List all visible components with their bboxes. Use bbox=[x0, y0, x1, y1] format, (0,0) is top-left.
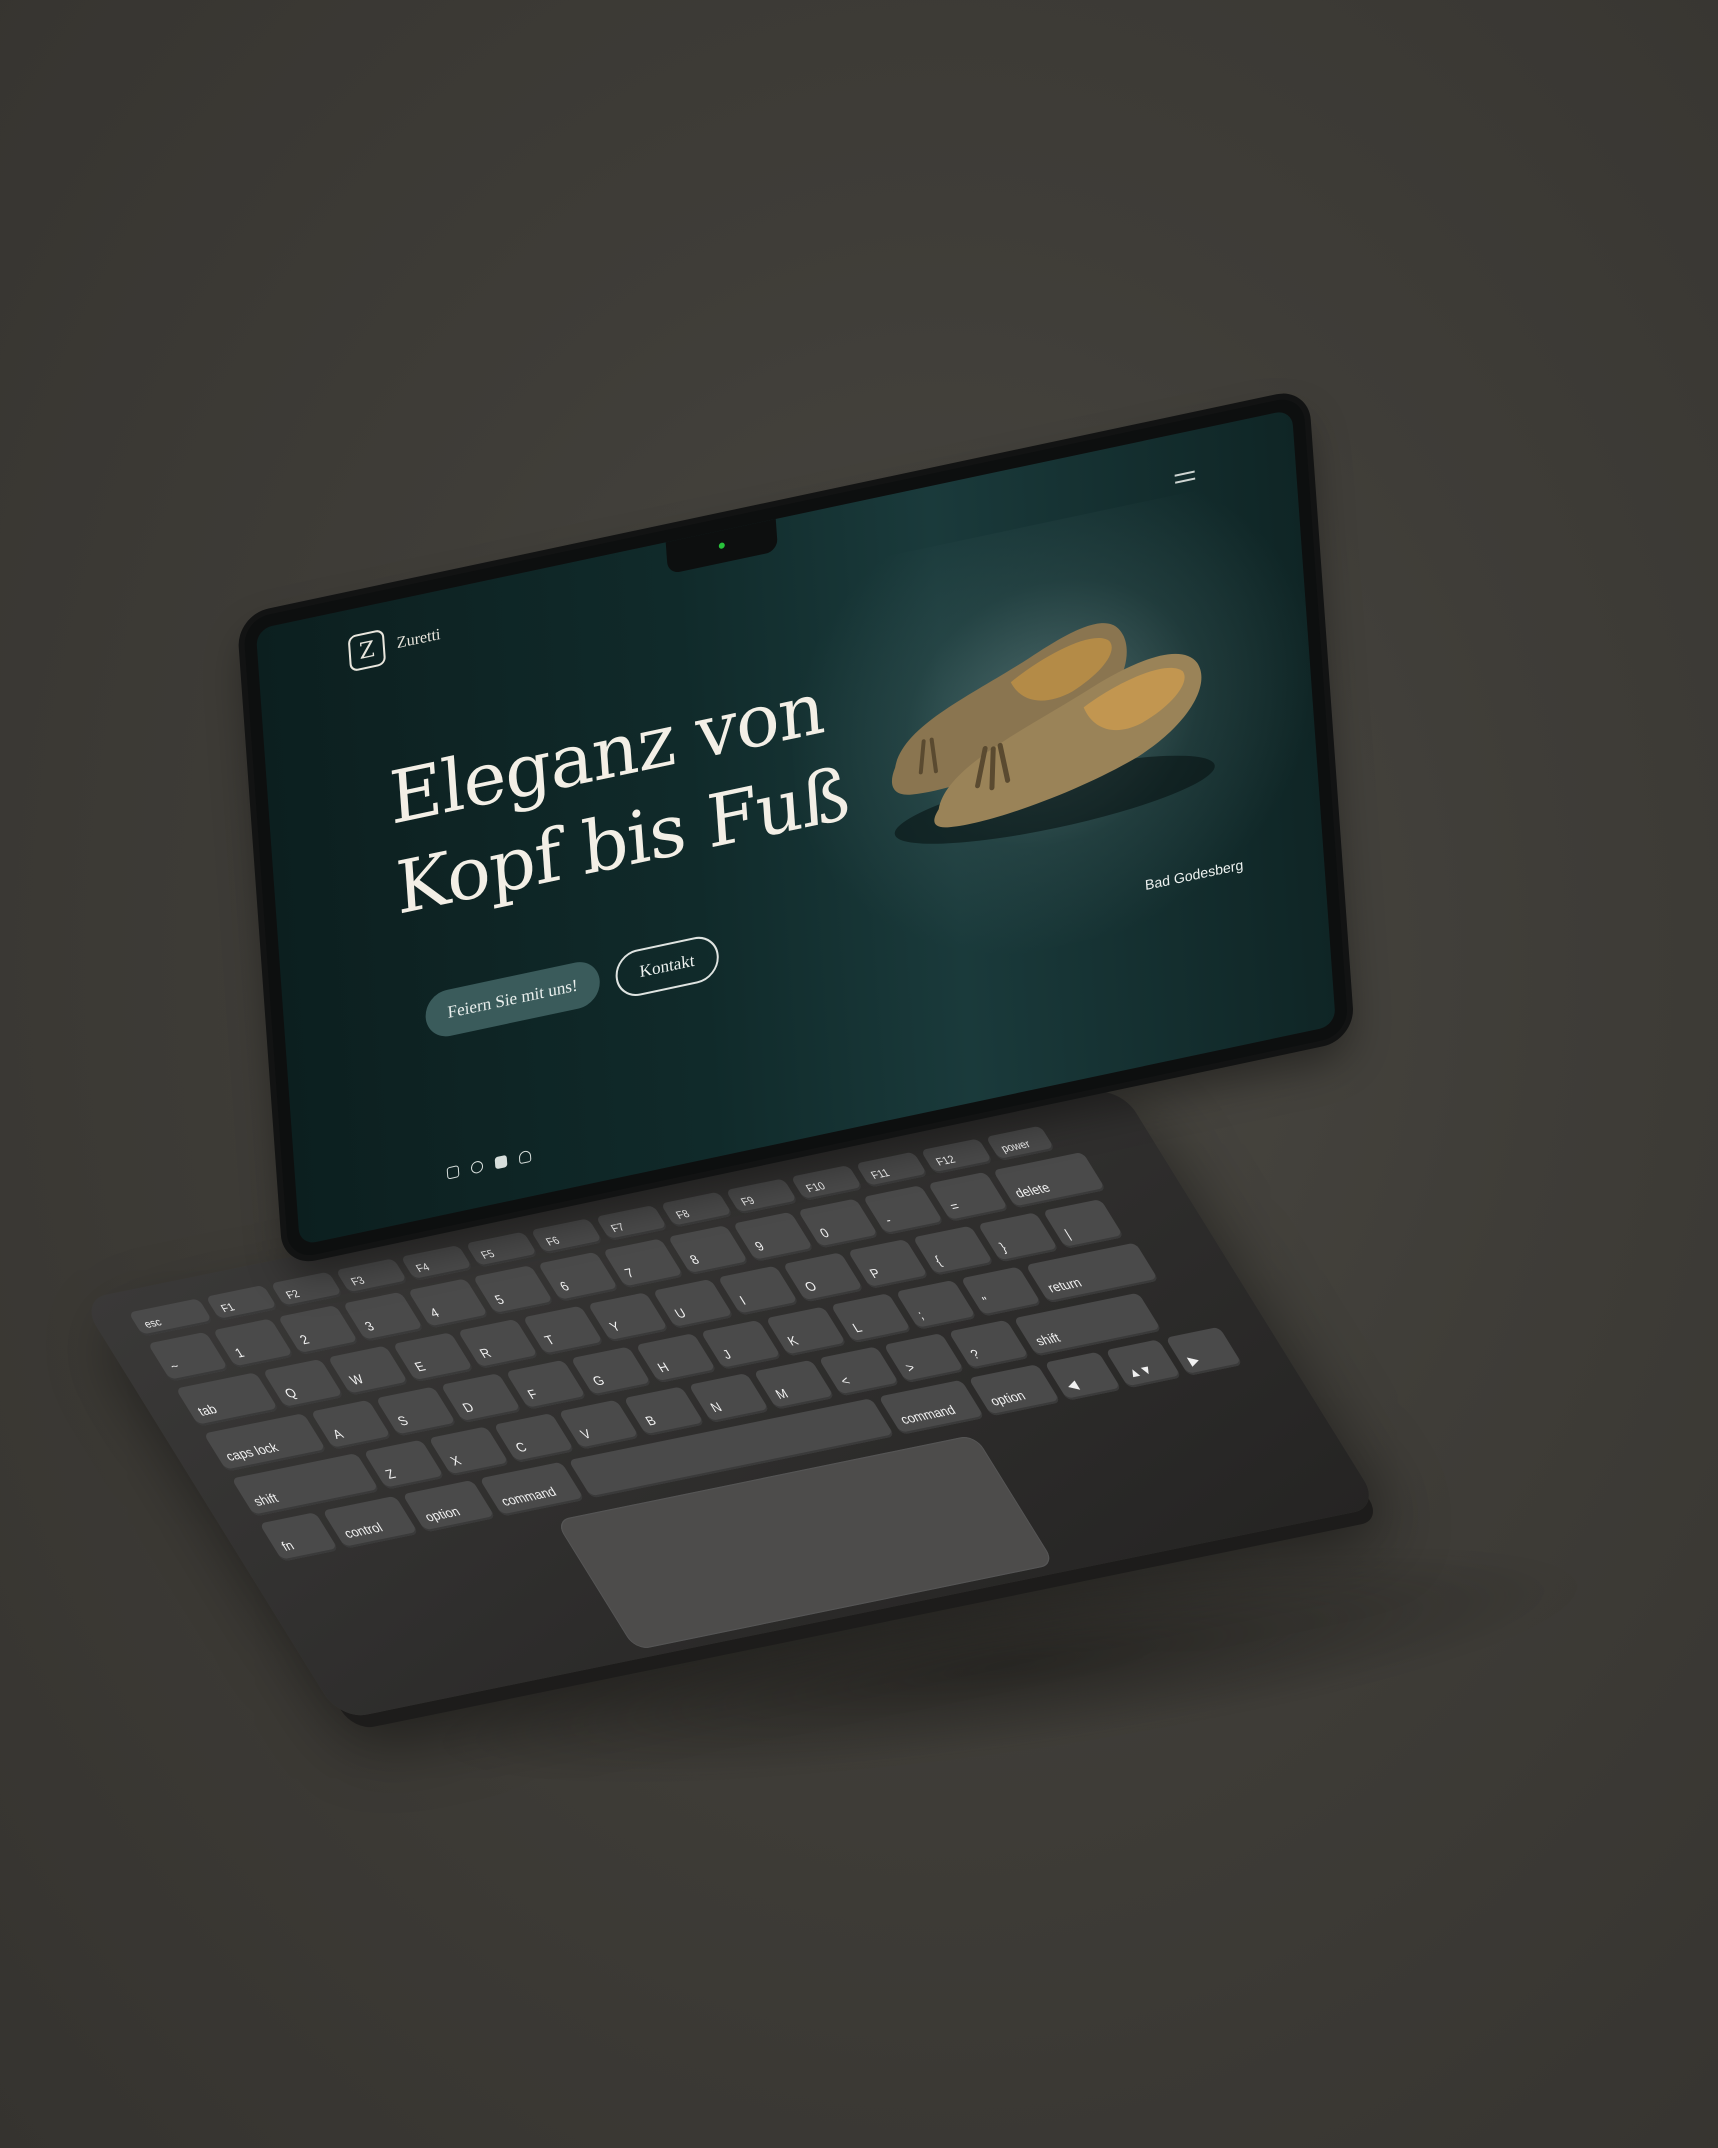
camera-notch bbox=[665, 516, 779, 575]
key--[interactable]: ; bbox=[895, 1279, 977, 1330]
key-control[interactable]: control bbox=[321, 1495, 420, 1549]
key-9[interactable]: 9 bbox=[732, 1211, 815, 1262]
key--[interactable]: | bbox=[1042, 1198, 1125, 1249]
key--[interactable]: { bbox=[912, 1225, 995, 1276]
key-b[interactable]: B bbox=[623, 1386, 705, 1437]
key-1[interactable]: 1 bbox=[212, 1318, 295, 1369]
camera-icon bbox=[718, 542, 726, 550]
key-f6[interactable]: F6 bbox=[530, 1218, 604, 1255]
key-fn[interactable]: fn bbox=[259, 1512, 339, 1562]
hamburger-menu-icon[interactable] bbox=[1174, 470, 1196, 485]
key-option[interactable]: option bbox=[967, 1364, 1061, 1417]
key-v[interactable]: V bbox=[558, 1399, 640, 1450]
key-5[interactable]: 5 bbox=[472, 1265, 555, 1315]
key-f2[interactable]: F2 bbox=[270, 1271, 344, 1308]
key-command[interactable]: command bbox=[478, 1461, 586, 1517]
social-links bbox=[446, 1149, 532, 1180]
key-s[interactable]: S bbox=[375, 1386, 457, 1437]
key-2[interactable]: 2 bbox=[277, 1305, 360, 1355]
key-u[interactable]: U bbox=[652, 1278, 735, 1329]
key-y[interactable]: Y bbox=[587, 1292, 670, 1343]
key-f12[interactable]: F12 bbox=[920, 1138, 994, 1175]
key-0[interactable]: 0 bbox=[797, 1198, 880, 1249]
celebrate-button[interactable]: Feiern Sie mit uns! bbox=[424, 957, 602, 1041]
key-7[interactable]: 7 bbox=[602, 1238, 685, 1289]
key-4[interactable]: 4 bbox=[407, 1278, 490, 1329]
key-8[interactable]: 8 bbox=[667, 1225, 750, 1276]
key-e[interactable]: E bbox=[392, 1332, 475, 1383]
key-i[interactable]: I bbox=[717, 1265, 800, 1316]
key-esc[interactable]: esc bbox=[128, 1298, 214, 1337]
key-f5[interactable]: F5 bbox=[465, 1231, 539, 1268]
key-r[interactable]: R bbox=[457, 1318, 540, 1369]
key-f11[interactable]: F11 bbox=[855, 1151, 929, 1188]
snapchat-icon[interactable] bbox=[518, 1149, 532, 1165]
key-k[interactable]: K bbox=[765, 1306, 847, 1357]
key--[interactable]: - bbox=[862, 1185, 945, 1236]
key-power[interactable]: power bbox=[985, 1125, 1056, 1161]
key-t[interactable]: T bbox=[522, 1305, 605, 1356]
key-o[interactable]: O bbox=[782, 1252, 865, 1303]
key-x[interactable]: X bbox=[428, 1426, 510, 1477]
key-command[interactable]: command bbox=[877, 1379, 985, 1435]
leather-logo-icon: Z bbox=[347, 628, 387, 673]
key-f[interactable]: F bbox=[505, 1359, 587, 1410]
key--[interactable]: ~ bbox=[147, 1331, 230, 1382]
facebook-icon[interactable] bbox=[470, 1159, 484, 1175]
brand-logo[interactable]: Z Zuretti bbox=[347, 617, 442, 673]
key-f7[interactable]: F7 bbox=[595, 1204, 669, 1241]
key-q[interactable]: Q bbox=[262, 1358, 345, 1409]
key--[interactable]: } bbox=[977, 1212, 1060, 1263]
key-f1[interactable]: F1 bbox=[205, 1284, 279, 1321]
key-z[interactable]: Z bbox=[363, 1439, 445, 1490]
key-w[interactable]: W bbox=[327, 1345, 410, 1396]
key-h[interactable]: H bbox=[635, 1333, 717, 1384]
laptop-mockup-scene: esc F1 F2 F3 F4 F5 F6 F7 F8 F9 F10 F11 F12 power ~1 2 3 4… bbox=[0, 0, 1718, 2148]
contact-button[interactable]: Kontakt bbox=[614, 932, 721, 1001]
key--[interactable]: < bbox=[818, 1346, 900, 1397]
key-tab[interactable]: tab bbox=[175, 1372, 280, 1427]
key-l[interactable]: L bbox=[830, 1293, 912, 1344]
laptop-lid: Z Zuretti Eleganz von Kopf bis Fuß Feier… bbox=[242, 394, 1349, 1260]
hero-headline: Eleganz von Kopf bis Fuß bbox=[386, 658, 852, 934]
key-3[interactable]: 3 bbox=[342, 1291, 425, 1342]
key-f9[interactable]: F9 bbox=[725, 1178, 799, 1215]
key-d[interactable]: D bbox=[440, 1373, 522, 1424]
key-f10[interactable]: F10 bbox=[790, 1165, 864, 1201]
website-screen: Z Zuretti Eleganz von Kopf bis Fuß Feier… bbox=[255, 409, 1336, 1246]
key-f8[interactable]: F8 bbox=[660, 1191, 734, 1228]
brand-name: Zuretti bbox=[396, 625, 442, 653]
key-f3[interactable]: F3 bbox=[335, 1258, 409, 1295]
key-p[interactable]: P bbox=[847, 1238, 930, 1289]
key-c[interactable]: C bbox=[493, 1413, 575, 1463]
key-j[interactable]: J bbox=[700, 1319, 782, 1370]
key-m[interactable]: M bbox=[753, 1359, 835, 1410]
youtube-icon[interactable] bbox=[494, 1154, 508, 1170]
key-g[interactable]: G bbox=[570, 1346, 652, 1397]
key--[interactable]: ? bbox=[948, 1319, 1030, 1370]
key-a[interactable]: A bbox=[310, 1399, 392, 1450]
key-n[interactable]: N bbox=[688, 1373, 770, 1423]
key--[interactable]: > bbox=[883, 1333, 965, 1383]
instagram-icon[interactable] bbox=[446, 1165, 460, 1180]
key-delete[interactable]: delete bbox=[992, 1151, 1107, 1209]
key-f4[interactable]: F4 bbox=[400, 1244, 474, 1281]
key--[interactable]: = bbox=[927, 1171, 1010, 1222]
key-option[interactable]: option bbox=[402, 1480, 496, 1533]
key-6[interactable]: 6 bbox=[537, 1251, 620, 1302]
key--[interactable]: " bbox=[960, 1266, 1042, 1317]
key--[interactable]: ▶ bbox=[1165, 1326, 1243, 1376]
